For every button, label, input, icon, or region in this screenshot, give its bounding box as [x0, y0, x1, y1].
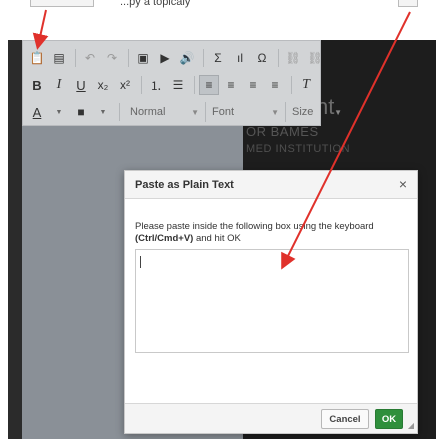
bulleted-list-icon[interactable]: ☰: [168, 75, 188, 95]
toolbar-row-2: B I Ux₂ x² ⒈ ☰ ≡ ≡ ≡ ≡ T: [27, 74, 318, 96]
toolbar-row-1: 📋 ▤ ↶ ↷ ▣ ▶ 🔊 Σıl Ω ⛓ ⛓: [27, 47, 327, 69]
close-icon[interactable]: ×: [399, 176, 407, 192]
hero-line-1: OR BAMES: [246, 124, 319, 139]
bold-icon[interactable]: B: [27, 75, 47, 95]
subscript-icon[interactable]: x₂: [93, 75, 113, 95]
text-caret: [140, 256, 141, 268]
underline-icon[interactable]: U: [71, 75, 91, 95]
size-dropdown[interactable]: Size ▼: [286, 102, 348, 122]
align-left-icon[interactable]: ≡: [199, 75, 219, 95]
text-color-dropdown-arrow[interactable]: ▼: [49, 102, 69, 122]
chevron-down-icon: ▼: [191, 107, 199, 117]
keyboard-shortcut: (Ctrl/Cmd+V): [135, 233, 194, 244]
top-image-fragment-left: [30, 0, 94, 7]
font-dropdown[interactable]: Font ▼: [206, 102, 286, 122]
toolbar-separator: [141, 76, 142, 94]
toolbar-separator: [278, 49, 279, 67]
dialog-header[interactable]: Paste as Plain Text ×: [125, 171, 417, 199]
toolbar-separator: [119, 103, 120, 121]
hero-line-2: MED INSTITUTION: [246, 143, 351, 155]
format-dropdown[interactable]: Normal ▼: [124, 102, 206, 122]
toolbar-separator: [291, 76, 292, 94]
background-color-dropdown-arrow[interactable]: ▼: [93, 102, 113, 122]
video-icon[interactable]: ▶: [155, 48, 175, 68]
superscript-icon[interactable]: x²: [115, 75, 135, 95]
audio-icon[interactable]: 🔊: [177, 48, 197, 68]
text-color-button[interactable]: A: [27, 102, 47, 122]
paste-plain-text-dialog: Paste as Plain Text × Please paste insid…: [124, 170, 418, 434]
toolbar-separator: [194, 76, 195, 94]
chart-icon[interactable]: ıl: [230, 48, 250, 68]
align-right-icon[interactable]: ≡: [243, 75, 263, 95]
redo-icon[interactable]: ↷: [102, 48, 122, 68]
dialog-instructions: Please paste inside the following box us…: [135, 221, 374, 244]
background-color-button[interactable]: ■: [71, 102, 91, 122]
justify-icon[interactable]: ≡: [265, 75, 285, 95]
paste-text-icon[interactable]: 📋: [27, 48, 47, 68]
paste-textarea[interactable]: [135, 249, 409, 353]
toolbar-row-3: A ▼ ■ ▼ Normal ▼ Font ▼ Size ▼: [27, 101, 348, 123]
toolbar-separator: [128, 49, 129, 67]
chevron-down-icon: ▼: [271, 107, 279, 117]
top-caption: ...py a topicaly: [120, 0, 191, 8]
omega-icon[interactable]: Ω: [252, 48, 272, 68]
dialog-footer: Cancel OK ◢: [125, 403, 417, 433]
chevron-down-icon: ▼: [334, 107, 342, 117]
format-dropdown-label: Normal: [130, 106, 166, 118]
ok-button[interactable]: OK: [375, 409, 403, 429]
link-icon[interactable]: ⛓: [283, 48, 303, 68]
editor-toolbar: 📋 ▤ ↶ ↷ ▣ ▶ 🔊 Σıl Ω ⛓ ⛓ B I Ux₂ x² ⒈ ☰ ≡ ≡ ≡ ≡ T A ▼ ■ ▼ Nor…: [22, 40, 342, 126]
italic-icon[interactable]: I: [49, 75, 69, 95]
image-icon[interactable]: ▣: [133, 48, 153, 68]
undo-icon[interactable]: ↶: [80, 48, 100, 68]
toolbar-separator: [203, 49, 204, 67]
align-center-icon[interactable]: ≡: [221, 75, 241, 95]
paste-word-icon[interactable]: ▤: [49, 48, 69, 68]
dialog-title: Paste as Plain Text: [135, 179, 234, 191]
numbered-list-icon[interactable]: ⒈: [146, 75, 166, 95]
toolbar-separator: [75, 49, 76, 67]
clear-format-icon[interactable]: T: [296, 75, 316, 95]
resize-handle-icon[interactable]: ◢: [408, 421, 414, 430]
size-dropdown-label: Size: [292, 106, 314, 118]
font-dropdown-label: Font: [212, 106, 235, 118]
document-top-strip: ...py a topicaly: [0, 0, 436, 40]
sigma-icon[interactable]: Σ: [208, 48, 228, 68]
top-image-fragment-right: [398, 0, 418, 7]
cancel-button[interactable]: Cancel: [321, 409, 369, 429]
unlink-icon[interactable]: ⛓: [305, 48, 325, 68]
